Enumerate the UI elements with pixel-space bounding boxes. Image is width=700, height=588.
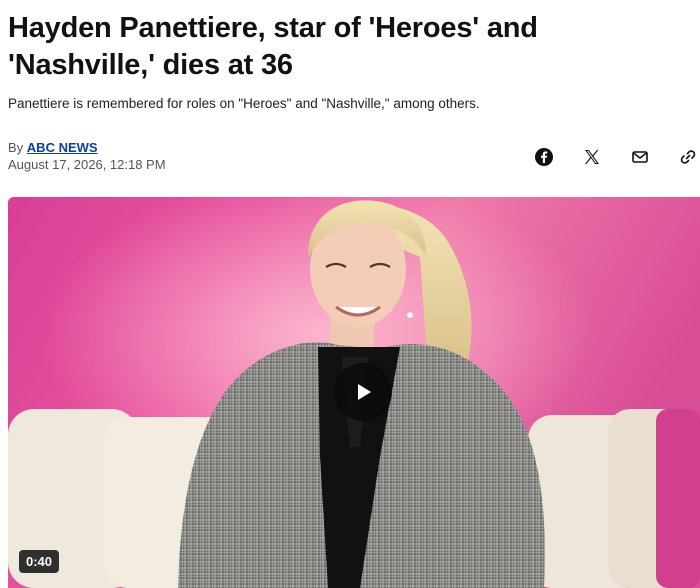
article-page: Hayden Panettiere, star of 'Heroes' and … [0,0,700,588]
email-share-button[interactable] [616,146,664,168]
play-icon [358,384,371,400]
link-icon [680,150,696,164]
publish-date: August 17, 2026, 12:18 PM [8,157,166,172]
x-icon [585,150,599,164]
video-player[interactable]: 0:40 [8,197,700,588]
x-share-button[interactable] [568,146,616,168]
video-duration: 0:40 [19,550,60,573]
author-link[interactable]: ABC NEWS [27,140,98,155]
play-button[interactable] [334,363,392,421]
facebook-share-button[interactable] [520,146,568,168]
share-bar [520,146,700,168]
subheadline: Panettiere is remembered for roles on "H… [8,96,480,111]
headline: Hayden Panettiere, star of 'Heroes' and … [8,12,538,81]
facebook-icon [535,148,553,166]
byline-prefix: By [8,140,24,155]
copy-link-button[interactable] [664,146,700,168]
byline: By ABC NEWS [8,140,98,156]
email-icon [632,151,648,163]
